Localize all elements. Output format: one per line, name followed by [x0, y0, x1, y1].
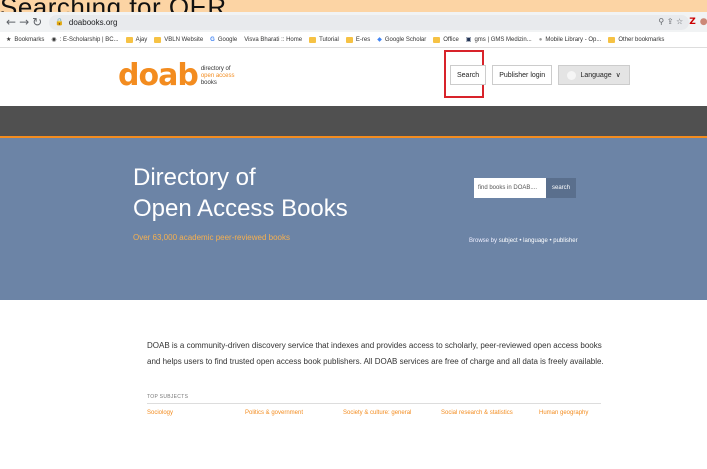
back-icon[interactable]: ←	[6, 15, 16, 29]
search-button[interactable]: Search	[450, 65, 487, 85]
forward-icon[interactable]: →	[19, 15, 29, 29]
header-buttons: Search Publisher login Language ∨	[450, 65, 631, 85]
folder-icon	[345, 36, 353, 43]
site-header: doab directory of open access books Sear…	[0, 48, 707, 106]
site-navbar	[0, 106, 707, 138]
bookmark-vbln[interactable]: VBLN Website	[154, 36, 203, 43]
bookmark-ajay[interactable]: Ajay	[125, 36, 147, 43]
url-text: doabooks.org	[68, 17, 118, 27]
bookmark-star-icon[interactable]: ⚲ ⇪ ☆	[658, 17, 683, 26]
bookmark-mobile-library[interactable]: ● Mobile Library - Op...	[539, 37, 602, 43]
bookmarks-bar: ★ Bookmarks ◉: E-Scholarship | BC... Ajay…	[0, 32, 707, 48]
folder-icon	[154, 36, 162, 43]
subject-link[interactable]: Sociology	[147, 410, 245, 416]
bookmark-escholarship[interactable]: ◉: E-Scholarship | BC...	[51, 36, 118, 44]
hero-title: Directory of Open Access Books	[133, 164, 348, 222]
folder-icon	[309, 36, 317, 43]
hero-subtitle: Over 63,000 academic peer-reviewed books	[133, 233, 290, 242]
subject-link[interactable]: Social research & statistics	[441, 410, 539, 416]
bookmarks-star[interactable]: ★ Bookmarks	[6, 36, 44, 44]
language-dropdown[interactable]: Language ∨	[558, 65, 631, 85]
library-icon: ●	[538, 36, 543, 43]
bookmark-visva-bharati[interactable]: Visva Bharati :: Home	[244, 37, 302, 43]
subject-link[interactable]: Human geography	[539, 410, 637, 416]
hero-search-button[interactable]: search	[546, 178, 576, 198]
bookmark-google[interactable]: G Google	[210, 37, 237, 43]
divider	[147, 403, 601, 404]
gms-icon: ▣	[465, 37, 472, 43]
google-icon: G	[210, 36, 215, 43]
subject-link[interactable]: Society & culture: general	[343, 410, 441, 416]
reload-icon[interactable]: ↻	[32, 15, 42, 29]
browser-window: ← → ↻ 🔒 doabooks.org ⚲ ⇪ ☆ Z ● ★ Bookmark…	[0, 12, 707, 469]
extension-icons: Z ●	[689, 17, 707, 27]
top-subjects-list: Sociology Politics & government Society …	[147, 410, 707, 416]
zotero-icon[interactable]: Z	[689, 17, 696, 27]
subject-link[interactable]: Politics & government	[245, 410, 343, 416]
top-subjects-title: TOP SUBJECTS	[147, 394, 189, 400]
browse-by: Browse by subject • language • publisher	[469, 238, 578, 244]
bookmark-office[interactable]: Office	[433, 36, 459, 43]
address-bar[interactable]: 🔒 doabooks.org ⚲ ⇪ ☆	[49, 14, 690, 30]
logo-mark: doab	[118, 58, 199, 93]
folder-icon	[433, 36, 441, 43]
doab-logo[interactable]: doab directory of open access books	[118, 61, 235, 91]
bookmark-tutorial[interactable]: Tutorial	[309, 36, 339, 43]
bookmark-other[interactable]: Other bookmarks	[608, 36, 664, 43]
publisher-login-button[interactable]: Publisher login	[492, 65, 553, 85]
browse-links[interactable]: subject • language • publisher	[499, 238, 578, 244]
lock-icon[interactable]: 🔒	[55, 18, 64, 26]
bookmark-gms[interactable]: ▣ gms | GMS Medizin...	[465, 36, 532, 44]
folder-icon	[125, 36, 133, 43]
profile-icon[interactable]: ●	[700, 17, 707, 27]
folder-icon	[608, 36, 616, 43]
browser-toolbar: ← → ↻ 🔒 doabooks.org ⚲ ⇪ ☆ Z ●	[0, 12, 707, 32]
main-content: DOAB is a community-driven discovery ser…	[0, 300, 707, 416]
bookmark-eres[interactable]: E-res	[345, 36, 370, 43]
globe-icon	[567, 70, 577, 80]
scholar-icon: ◆	[377, 37, 382, 43]
globe-icon: ◉	[51, 37, 57, 43]
hero-search-input[interactable]: find books in DOAB....	[474, 178, 548, 198]
logo-text: directory of open access books	[200, 65, 235, 86]
star-icon: ★	[6, 37, 12, 43]
bookmark-google-scholar[interactable]: ◆ Google Scholar	[377, 36, 426, 44]
hero-banner: Directory of Open Access Books Over 63,0…	[0, 138, 707, 300]
intro-text: DOAB is a community-driven discovery ser…	[147, 341, 604, 366]
chevron-down-icon: ∨	[615, 72, 621, 79]
